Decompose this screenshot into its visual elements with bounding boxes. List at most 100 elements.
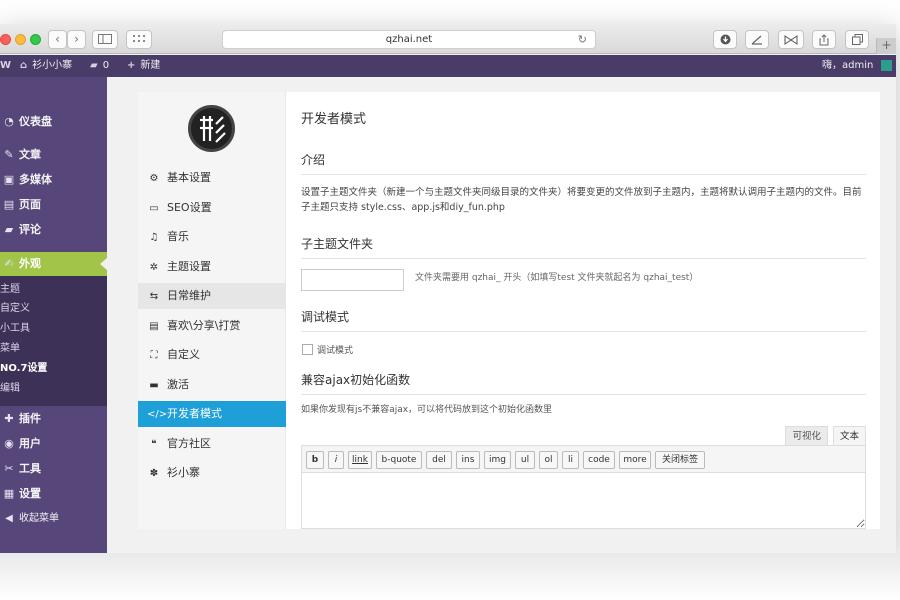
submenu-item-menus[interactable]: 菜单 (0, 339, 20, 359)
code-icon: </> (147, 409, 168, 420)
wp-logo-menu[interactable]: W (0, 55, 16, 77)
zoom-window-button[interactable] (30, 34, 41, 45)
nav-item-label: 主题设置 (167, 260, 211, 273)
media-icon: ▣ (3, 173, 15, 186)
tab-overview-button[interactable] (126, 30, 152, 49)
wp-admin-bar: W ⌂ 衫小小寨 ▰ 0 + 新建 嗨，admin (0, 55, 896, 77)
debug-mode-label: 调试模式 (317, 346, 354, 356)
tabs-icon (851, 34, 863, 45)
sidebar-item-media[interactable]: ▣ 多媒体 (0, 168, 107, 192)
card-icon: ▬ (149, 380, 159, 391)
site-name-menu[interactable]: ⌂ 衫小小寨 (20, 55, 72, 77)
child-theme-heading: 子主题文件夹 (301, 237, 374, 251)
close-tags-button[interactable]: 关闭标签 (655, 451, 705, 469)
sidebar-item-pages[interactable]: ▤ 页面 (0, 193, 107, 217)
bold-button[interactable]: b (306, 451, 324, 469)
divider (301, 174, 866, 175)
sidebar-item-label: 页面 (19, 198, 41, 211)
sidebar-item-comments[interactable]: ▰ 评论 (0, 218, 107, 242)
minimize-window-button[interactable] (15, 34, 26, 45)
sidebar-toggle-button[interactable] (92, 30, 118, 49)
sidebar-item-tools[interactable]: ✂ 工具 (0, 457, 107, 481)
extension-button[interactable] (778, 30, 804, 49)
submenu-item-no7-settings[interactable]: NO.7设置 (0, 359, 47, 379)
browser-toolbar: ‹ › qzhai.net ↻ + (0, 24, 896, 54)
comments-menu[interactable]: ▰ 0 (90, 55, 109, 77)
more-button[interactable]: more (619, 451, 651, 469)
page-title: 开发者模式 (301, 112, 367, 127)
li-button[interactable]: li (562, 451, 579, 469)
plus-icon: + (881, 38, 892, 52)
link-button[interactable]: link (348, 451, 372, 469)
nav-item-label: 自定义 (167, 348, 200, 361)
comment-bubble-icon: ▰ (90, 60, 98, 71)
img-button[interactable]: img (484, 451, 511, 469)
nav-item-community[interactable]: ❝ 官方社区 (138, 431, 286, 457)
nav-item-music[interactable]: ♫ 音乐 (138, 224, 286, 250)
plugin-icon: ✚ (4, 412, 14, 425)
sidebar-item-users[interactable]: ◉ 用户 (0, 432, 107, 456)
downloads-button[interactable] (713, 30, 737, 49)
tab-text[interactable]: 文本 (832, 426, 866, 446)
nav-item-shanxiaozhai[interactable]: ✽ 衫小寨 (138, 460, 286, 486)
ol-button[interactable]: ol (539, 451, 558, 469)
quicktags-toolbar: b i link b-quote del ins img ul ol li co… (301, 445, 866, 473)
nav-item-label: 音乐 (167, 230, 189, 243)
download-icon (720, 34, 730, 45)
theme-logo (188, 105, 235, 152)
sidebar-item-settings[interactable]: ▦ 设置 (0, 482, 107, 506)
sidebar-item-dashboard[interactable]: ◔ 仪表盘 (0, 110, 107, 134)
submenu-item-themes[interactable]: 主题 (0, 280, 20, 300)
ajax-init-code-textarea[interactable] (301, 473, 866, 529)
ul-button[interactable]: ul (515, 451, 535, 469)
close-window-button[interactable] (0, 34, 11, 45)
italic-button[interactable]: i (328, 451, 344, 469)
browser-window: ‹ › qzhai.net ↻ + W ⌂ 衫小小寨 ▰ 0 + 新建 嗨，ad… (0, 24, 896, 553)
nav-item-activate[interactable]: ▬ 激活 (138, 372, 286, 398)
sidebar-item-posts[interactable]: ✎ 文章 (0, 143, 107, 167)
brush-icon: ✍ (4, 257, 14, 270)
annotate-button[interactable] (745, 30, 769, 49)
music-icon: ♫ (149, 232, 159, 243)
address-bar[interactable]: qzhai.net ↻ (222, 30, 596, 49)
account-menu[interactable]: 嗨，admin (822, 55, 892, 77)
nav-item-custom[interactable]: ⛶ 自定义 (138, 342, 286, 368)
del-button[interactable]: del (426, 451, 452, 469)
nav-item-label: 激活 (167, 378, 189, 391)
submenu-item-customize[interactable]: 自定义 (0, 299, 30, 319)
back-icon: ‹ (55, 32, 60, 46)
blockquote-button[interactable]: b-quote (376, 451, 422, 469)
sidebar-item-plugins[interactable]: ✚ 插件 (0, 407, 107, 431)
new-content-menu[interactable]: + 新建 (127, 55, 160, 77)
nav-item-like-share-tip[interactable]: ▤ 喜欢\分享\打赏 (138, 313, 286, 339)
child-theme-folder-input[interactable] (301, 269, 404, 291)
page-icon: ▤ (3, 198, 15, 211)
submenu-item-editor[interactable]: 编辑 (0, 379, 20, 399)
nav-item-seo-settings[interactable]: ▭ SEO设置 (138, 195, 286, 221)
share-button[interactable] (812, 30, 836, 49)
submenu-item-widgets[interactable]: 小工具 (0, 319, 30, 339)
settings-icon: ▦ (3, 487, 15, 500)
site-name: 衫小小寨 (32, 60, 73, 71)
new-tab-button[interactable]: + (876, 38, 896, 54)
back-button[interactable]: ‹ (48, 30, 67, 49)
tabs-button[interactable] (845, 30, 869, 49)
sidebar-item-collapse[interactable]: ◀ 收起菜单 (0, 507, 107, 531)
nav-item-developer-mode[interactable]: </>开发者模式 (138, 401, 286, 427)
code-button[interactable]: code (583, 451, 615, 469)
logo-mark-icon (200, 116, 226, 143)
tab-visual[interactable]: 可视化 (785, 426, 828, 446)
debug-mode-checkbox[interactable] (302, 344, 313, 355)
gear-icon: ✲ (149, 262, 159, 273)
nav-item-basic-settings[interactable]: ⚙ 基本设置 (138, 165, 286, 191)
divider (301, 258, 866, 259)
ins-button[interactable]: ins (456, 451, 480, 469)
reload-icon[interactable]: ↻ (578, 31, 587, 48)
forward-button[interactable]: › (67, 30, 86, 49)
dashboard-icon: ◔ (4, 115, 14, 128)
sidebar-item-appearance[interactable]: ✍ 外观 (0, 252, 107, 276)
nav-item-theme-settings[interactable]: ✲ 主题设置 (138, 254, 286, 280)
nav-item-maintenance[interactable]: ⇆ 日常维护 (138, 283, 286, 309)
plus-icon: + (127, 60, 136, 71)
forward-icon: › (74, 32, 79, 46)
